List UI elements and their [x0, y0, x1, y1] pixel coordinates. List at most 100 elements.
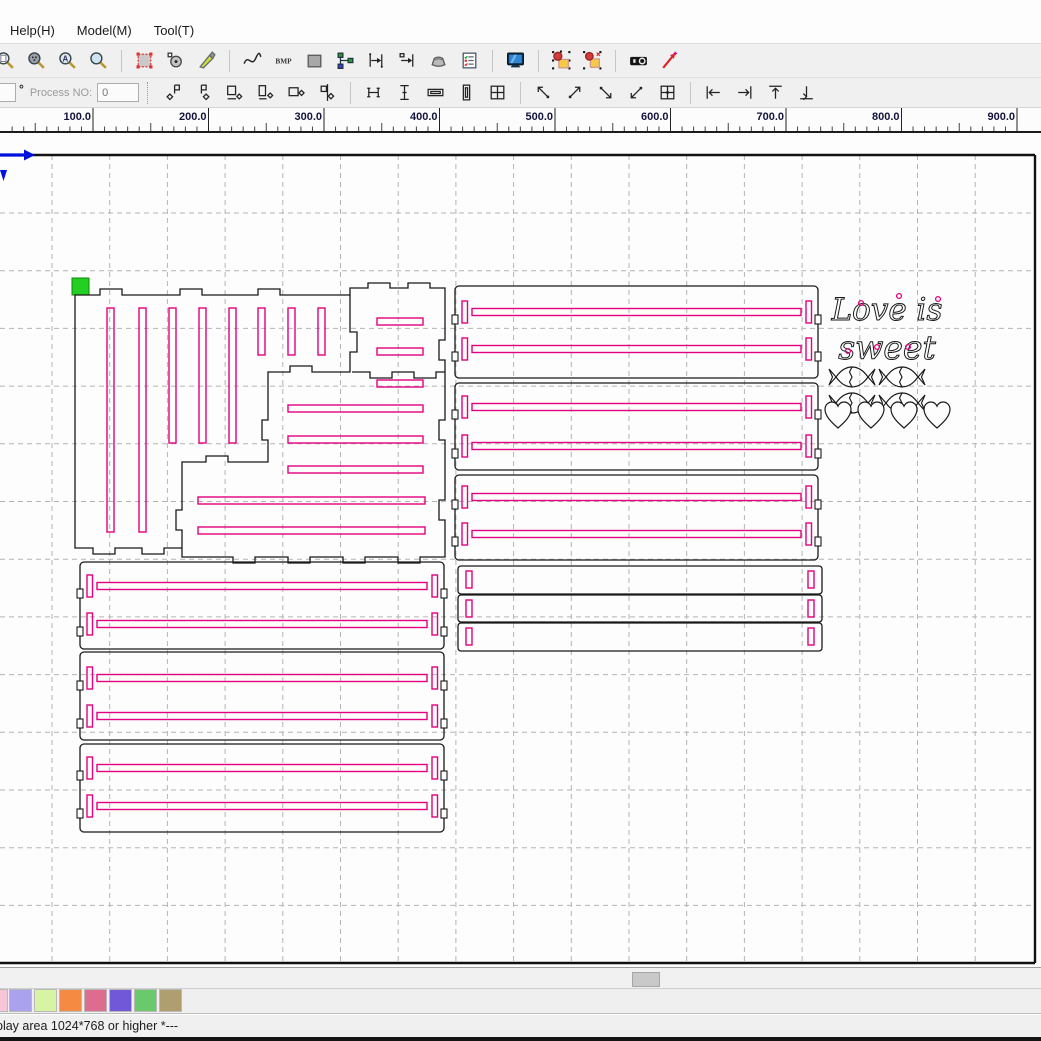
svg-text:A: A [63, 54, 69, 63]
design-slat-panel[interactable] [77, 562, 447, 649]
design-strip-piece[interactable] [458, 566, 822, 594]
move-bottom-button[interactable] [792, 79, 821, 106]
to-top-right-button[interactable] [560, 79, 589, 106]
simulate-2-button[interactable] [578, 47, 607, 74]
size-b-button[interactable] [251, 79, 280, 106]
select-rect-button[interactable] [130, 47, 159, 74]
design-cut-slots[interactable] [107, 308, 425, 534]
curve-tool-icon [242, 50, 263, 71]
menu-toolt[interactable]: Tool(T) [154, 23, 194, 38]
move-top-button[interactable] [761, 79, 790, 106]
center-grid-button[interactable] [483, 79, 512, 106]
center-v-icon [394, 82, 415, 103]
same-width-button[interactable] [421, 79, 450, 106]
flip-b-button[interactable] [189, 79, 218, 106]
center-h-button[interactable] [359, 79, 388, 106]
param-slider-button[interactable] [362, 47, 391, 74]
heart-shape[interactable] [858, 402, 884, 428]
decor-text-love-is-sweet[interactable]: Love issweet [831, 292, 943, 367]
center-grid-icon [487, 82, 508, 103]
design-slat-panel[interactable] [452, 383, 821, 470]
node-tree-button[interactable] [331, 47, 360, 74]
design-slat-panel[interactable] [77, 744, 447, 832]
palette-swatch-1[interactable] [10, 990, 31, 1011]
joint-notch [77, 627, 83, 636]
to-bottom-left-button[interactable] [622, 79, 651, 106]
laser-pointer-button[interactable] [655, 47, 684, 74]
toolbar-separator [492, 50, 493, 72]
toolbar-separator [538, 50, 539, 72]
palette-swatch-5[interactable] [110, 990, 131, 1011]
to-top-left-button[interactable] [529, 79, 558, 106]
taskbar-edge [0, 1037, 1041, 1041]
zoom-grid-icon [26, 50, 47, 71]
preview-monitor-button[interactable] [501, 47, 530, 74]
move-right-button[interactable] [730, 79, 759, 106]
joint-notch [815, 500, 821, 509]
move-bottom-icon [796, 82, 817, 103]
design-slat-panel[interactable] [452, 475, 821, 560]
zoom-page-button[interactable] [0, 47, 20, 74]
size-c-button[interactable] [282, 79, 311, 106]
to-center-button[interactable] [653, 79, 682, 106]
curve-tool-button[interactable] [238, 47, 267, 74]
rotate-angle-field[interactable] [0, 83, 16, 102]
worklist-button[interactable] [455, 47, 484, 74]
size-a-button[interactable] [220, 79, 249, 106]
to-top-left-icon [533, 82, 554, 103]
move-left-button[interactable] [699, 79, 728, 106]
center-v-button[interactable] [390, 79, 419, 106]
zoom-page-icon [0, 50, 16, 71]
zoom-plain-button[interactable] [84, 47, 113, 74]
candy-shape[interactable] [879, 367, 925, 387]
palette-swatch-6[interactable] [135, 990, 156, 1011]
design-strip-piece[interactable] [458, 623, 822, 651]
heart-shape[interactable] [825, 402, 851, 428]
node-edit-button[interactable] [161, 47, 190, 74]
worklist-icon [459, 50, 480, 71]
fill-square-button[interactable] [300, 47, 329, 74]
heart-shape[interactable] [891, 402, 917, 428]
menu-helph[interactable]: Help(H) [10, 23, 55, 38]
machine-tool-button[interactable] [424, 47, 453, 74]
cut-pen-button[interactable] [192, 47, 221, 74]
candy-shape[interactable] [829, 367, 875, 387]
scrollbar-thumb[interactable] [632, 972, 660, 987]
zoom-letter-button[interactable]: A [53, 47, 82, 74]
design-slat-panel[interactable] [452, 286, 821, 378]
heart-shape[interactable] [924, 402, 950, 428]
align-tools [157, 79, 822, 106]
palette-swatch-3[interactable] [60, 990, 81, 1011]
palette-swatch-0[interactable] [0, 990, 7, 1011]
ruler-label: 600.0 [641, 111, 669, 123]
palette-swatch-4[interactable] [85, 990, 106, 1011]
zoom-plain-icon [88, 50, 109, 71]
zoom-grid-button[interactable] [22, 47, 51, 74]
menu-modelm[interactable]: Model(M) [77, 23, 132, 38]
design-strip-piece[interactable] [458, 595, 822, 622]
param-slider-icon [366, 50, 387, 71]
palette-swatch-7[interactable] [160, 990, 181, 1011]
palette-swatch-2[interactable] [35, 990, 56, 1011]
bmp-tool-button[interactable]: BMP [269, 47, 298, 74]
horizontal-scrollbar[interactable] [0, 967, 1041, 989]
process-no-field[interactable]: 0 [97, 83, 139, 102]
to-bottom-right-button[interactable] [591, 79, 620, 106]
toolbar-separator [690, 82, 691, 104]
size-d-button[interactable] [313, 79, 342, 106]
same-height-button[interactable] [452, 79, 481, 106]
cut-pen-icon [196, 50, 217, 71]
laser-device-button[interactable] [624, 47, 653, 74]
canvas-area[interactable]: Love issweet [0, 133, 1041, 967]
node-edit-icon [165, 50, 186, 71]
flip-a-button[interactable] [158, 79, 187, 106]
simulate-button[interactable] [547, 47, 576, 74]
design-slat-panel[interactable] [77, 652, 447, 740]
application-window: Help(H)Model(M)Tool(T) ABMP ° Process NO… [0, 0, 1041, 1041]
move-right-icon [734, 82, 755, 103]
workspace-drawing[interactable]: Love issweet [0, 133, 1041, 967]
y-axis-arrow-fragment [0, 170, 7, 181]
size-c-icon [286, 82, 307, 103]
move-bar-button[interactable] [393, 47, 422, 74]
laser-origin-marker[interactable] [72, 278, 89, 295]
